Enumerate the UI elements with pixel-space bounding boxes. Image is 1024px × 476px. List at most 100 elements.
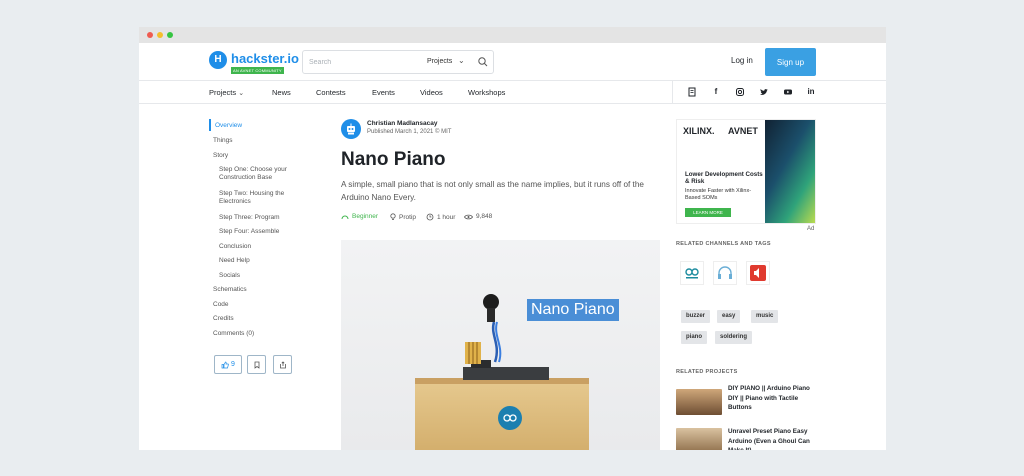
speaker-icon <box>750 265 766 281</box>
gauge-icon <box>341 215 349 219</box>
nav-contests[interactable]: Contests <box>316 88 346 97</box>
views-count: 9,848 <box>476 213 493 220</box>
toc-comments[interactable]: Comments (0) <box>213 330 254 338</box>
nav-label: Projects <box>209 88 237 97</box>
browser-window: H hackster.io AN AVNET COMMUNITY Project… <box>139 27 886 450</box>
like-count: 9 <box>231 361 235 368</box>
ad-subtext: Innovate Faster with Xilinx-Based SOMs <box>685 188 752 201</box>
hackster-logo-icon: H <box>209 51 227 69</box>
ad-banner[interactable]: XILINX. AVNET Lower Development Costs & … <box>676 119 816 224</box>
twitter-icon[interactable] <box>759 87 769 97</box>
signup-button[interactable]: Sign up <box>765 48 816 76</box>
youtube-icon[interactable] <box>783 87 793 97</box>
channel-arduino[interactable] <box>680 261 704 285</box>
like-button[interactable]: 9 <box>214 355 242 374</box>
avnet-logo: AVNET <box>728 126 758 136</box>
ad-learn-more-button[interactable]: LEARN MORE <box>685 208 731 217</box>
bookmark-button[interactable] <box>247 355 266 374</box>
robot-avatar-icon <box>347 123 355 135</box>
ad-headline: Lower Development Costs & Risk <box>685 171 763 185</box>
toc-overview[interactable]: Overview <box>215 122 242 130</box>
toc-things[interactable]: Things <box>213 137 233 145</box>
search-scope-select[interactable]: Projects <box>427 58 452 65</box>
nav-events[interactable]: Events <box>372 88 395 97</box>
toc-credits[interactable]: Credits <box>213 315 234 323</box>
ad-caption: Ad <box>807 226 815 232</box>
toc-step-three[interactable]: Step Three: Program <box>219 214 280 222</box>
hero-image-label: Nano Piano <box>527 299 619 321</box>
tag-easy[interactable]: easy <box>717 310 741 323</box>
toc-schematics[interactable]: Schematics <box>213 286 247 294</box>
related-project-thumbnail[interactable] <box>676 389 722 415</box>
headphones-icon <box>718 266 732 279</box>
bookmark-icon <box>254 361 259 369</box>
share-icon <box>279 360 286 368</box>
clock-icon <box>426 213 434 221</box>
window-chrome <box>139 27 886 43</box>
tag-soldering[interactable]: soldering <box>715 331 753 344</box>
toc-step-four[interactable]: Step Four: Assemble <box>219 228 279 236</box>
related-projects-heading: RELATED PROJECTS <box>676 369 738 375</box>
toc-story[interactable]: Story <box>213 152 228 160</box>
ad-artwork <box>765 120 815 223</box>
channels-heading: RELATED CHANNELS AND TAGS <box>676 241 771 247</box>
channel-audio[interactable] <box>713 261 737 285</box>
instagram-icon[interactable] <box>735 87 745 97</box>
tag-music[interactable]: music <box>751 310 779 323</box>
nav-videos[interactable]: Videos <box>420 88 443 97</box>
login-link[interactable]: Log in <box>731 56 753 65</box>
chevron-down-icon[interactable]: ⌄ <box>458 56 465 65</box>
difficulty-label: Beginner <box>352 213 379 220</box>
nav-divider <box>672 81 673 104</box>
tag-piano[interactable]: piano <box>681 331 707 344</box>
search-input[interactable] <box>309 55 419 69</box>
nav-workshops[interactable]: Workshops <box>468 88 505 97</box>
site-header: H hackster.io AN AVNET COMMUNITY Project… <box>139 43 886 81</box>
channel-sound[interactable] <box>746 261 770 285</box>
maximize-window-button[interactable] <box>167 32 173 38</box>
project-description: A simple, small piano that is not only s… <box>341 180 644 202</box>
related-project-title[interactable]: DIY PIANO || Arduino Piano DIY || Piano … <box>728 384 820 413</box>
linkedin-icon[interactable]: in <box>806 87 816 97</box>
toc-need-help[interactable]: Need Help <box>219 257 250 265</box>
facebook-icon[interactable]: f <box>711 87 721 97</box>
logo-text: hackster.io <box>231 51 299 66</box>
page-title: Nano Piano <box>341 149 446 170</box>
main-nav: Projects ⌄ News Contests Events Videos W… <box>139 81 886 104</box>
eye-icon <box>464 214 473 219</box>
published-date: Published March 1, 2021 © MIT <box>367 129 452 135</box>
difficulty-badge: Beginner <box>341 213 378 220</box>
lightbulb-icon <box>390 213 396 220</box>
thumbs-up-icon <box>221 361 229 368</box>
toc-active-indicator <box>209 119 211 131</box>
duration-label: 1 hour <box>437 213 456 221</box>
toc-code[interactable]: Code <box>213 301 229 309</box>
search-bar: Projects ⌄ <box>302 50 494 74</box>
project-type-label: Protip <box>399 213 416 221</box>
tag-buzzer[interactable]: buzzer <box>681 310 711 323</box>
minimize-window-button[interactable] <box>157 32 163 38</box>
author-name[interactable]: Christian Madlansacay <box>367 120 437 127</box>
logo-badge: AN AVNET COMMUNITY <box>231 67 284 74</box>
close-window-button[interactable] <box>147 32 153 38</box>
nav-projects[interactable]: Projects ⌄ <box>209 88 244 97</box>
hero-image[interactable]: Nano Piano <box>341 240 660 450</box>
search-icon[interactable] <box>477 56 489 68</box>
project-type: Protip <box>390 213 416 221</box>
toc-step-one[interactable]: Step One: Choose your Construction Base <box>219 166 314 182</box>
xilinx-logo: XILINX. <box>683 126 715 136</box>
related-project-title[interactable]: Unravel Preset Piano Easy Arduino (Even … <box>728 427 820 450</box>
toc-conclusion[interactable]: Conclusion <box>219 243 251 251</box>
nano-piano-photo <box>415 294 589 450</box>
share-button[interactable] <box>273 355 292 374</box>
project-duration: 1 hour <box>426 213 455 221</box>
toc-socials[interactable]: Socials <box>219 272 240 280</box>
related-project-thumbnail[interactable] <box>676 428 722 450</box>
document-icon[interactable] <box>687 87 697 97</box>
author-avatar[interactable] <box>341 119 361 139</box>
project-views: 9,848 <box>464 213 492 220</box>
nav-news[interactable]: News <box>272 88 291 97</box>
chevron-down-icon: ⌄ <box>238 90 245 97</box>
toc-step-two[interactable]: Step Two: Housing the Electronics <box>219 190 304 206</box>
arduino-logo-icon <box>685 268 699 279</box>
